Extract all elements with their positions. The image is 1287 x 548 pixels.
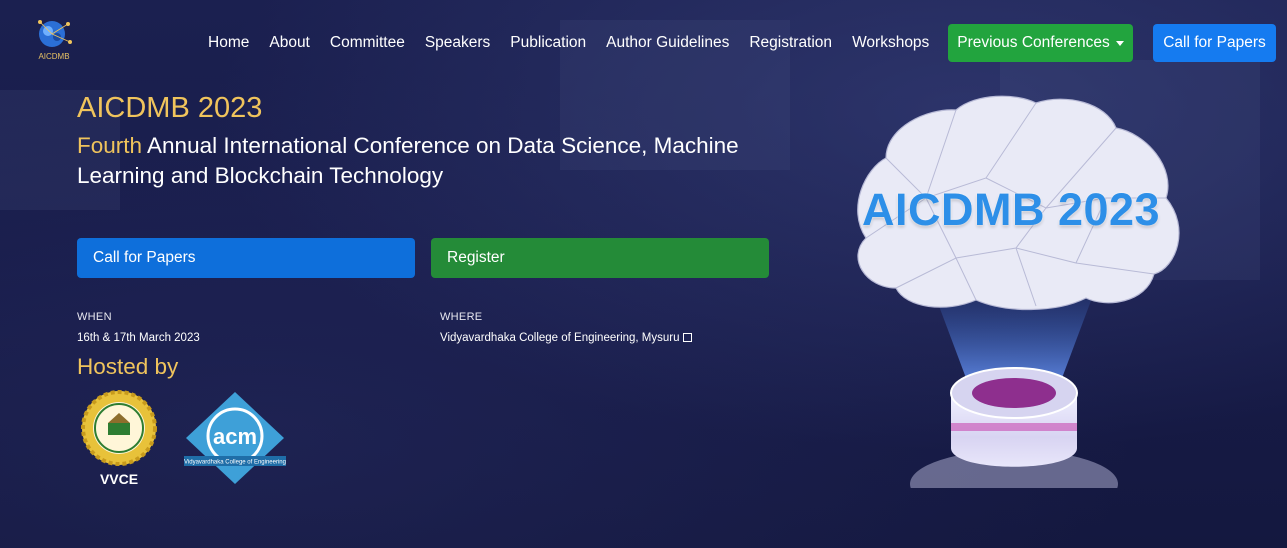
nav-registration[interactable]: Registration	[749, 34, 832, 52]
nav-about[interactable]: About	[269, 34, 310, 52]
when-value: 16th & 17th March 2023	[77, 332, 200, 344]
where-value: Vidyavardhaka College of Engineering, My…	[440, 332, 680, 344]
acm-subtext: Vidyavardhaka College of Engineering	[184, 460, 286, 466]
acm-logo: acm Vidyavardhaka College of Engineering	[184, 392, 286, 484]
when-label: WHEN	[77, 311, 112, 323]
vvce-logo	[81, 390, 157, 466]
hero-subtitle: Fourth Annual International Conference o…	[77, 131, 777, 191]
brain-illustration	[857, 95, 1180, 488]
where-link[interactable]: Vidyavardhaka College of Engineering, My…	[440, 332, 692, 344]
call-for-papers-nav-button[interactable]: Call for Papers	[1153, 24, 1276, 62]
nav-home[interactable]: Home	[208, 34, 249, 52]
vvce-label: VVCE	[99, 471, 139, 487]
subtitle-text: Annual International Conference on Data …	[77, 133, 739, 188]
logo-text: AICDMB	[38, 52, 70, 61]
brain-text: AICDMB 2023	[862, 184, 1161, 235]
previous-conferences-dropdown[interactable]: Previous Conferences	[948, 24, 1133, 62]
caret-down-icon	[1115, 40, 1124, 46]
nav-author-guidelines[interactable]: Author Guidelines	[606, 34, 729, 52]
main-nav: Home About Committee Speakers Publicatio…	[208, 24, 949, 62]
subtitle-highlight: Fourth	[77, 133, 143, 158]
nav-speakers[interactable]: Speakers	[425, 34, 490, 52]
external-link-icon	[682, 333, 692, 342]
register-button[interactable]: Register	[431, 238, 769, 278]
hosted-by-heading: Hosted by	[77, 354, 179, 379]
hero-title: AICDMB 2023	[77, 92, 263, 124]
previous-conferences-label: Previous Conferences	[957, 34, 1110, 51]
nav-publication[interactable]: Publication	[510, 34, 586, 52]
nav-committee[interactable]: Committee	[330, 34, 405, 52]
nav-workshops[interactable]: Workshops	[852, 34, 929, 52]
call-for-papers-button[interactable]: Call for Papers	[77, 238, 415, 278]
acm-text: acm	[213, 424, 257, 449]
where-label: WHERE	[440, 311, 483, 323]
